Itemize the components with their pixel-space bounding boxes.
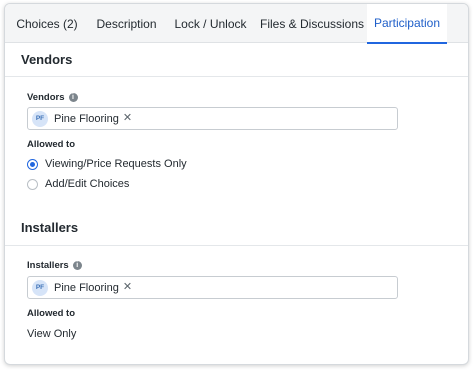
installers-label-text: Installers — [27, 260, 69, 271]
vendors-label-text: Vendors — [27, 92, 65, 103]
vendors-select[interactable]: PF Pine Flooring ✕ — [27, 107, 398, 130]
vendor-token: PF Pine Flooring ✕ — [32, 110, 132, 127]
avatar: PF — [32, 110, 48, 127]
tab-bar: Choices (2) Description Lock / Unlock Fi… — [5, 4, 468, 44]
radio-add-edit-choices[interactable]: Add/Edit Choices — [27, 178, 129, 190]
close-icon[interactable]: ✕ — [123, 282, 132, 293]
avatar: PF — [32, 279, 48, 296]
tab-description[interactable]: Description — [89, 4, 164, 43]
radio-viewing-price-requests[interactable]: Viewing/Price Requests Only — [27, 158, 187, 170]
info-icon[interactable]: i — [68, 93, 78, 102]
vendors-field-label: Vendors i — [27, 92, 78, 103]
installer-token-label: Pine Flooring — [54, 281, 119, 294]
installers-field-label: Installers i — [27, 260, 82, 271]
installers-select[interactable]: PF Pine Flooring ✕ — [27, 276, 398, 299]
radio-button[interactable] — [27, 178, 38, 190]
vendors-section-title: Vendors — [21, 52, 73, 67]
radio-button-checked[interactable] — [27, 158, 38, 170]
vendors-allowed-label: Allowed to — [27, 139, 75, 150]
installers-allowed-label: Allowed to — [27, 308, 75, 319]
allowed-label-text: Allowed to — [27, 139, 76, 150]
participation-panel: Choices (2) Description Lock / Unlock Fi… — [4, 3, 469, 365]
section-divider — [5, 245, 468, 246]
radio-label: Add/Edit Choices — [45, 178, 130, 190]
info-icon[interactable]: i — [72, 261, 82, 270]
vendor-token-label: Pine Flooring — [54, 112, 119, 125]
tab-lock-unlock[interactable]: Lock / Unlock — [164, 4, 257, 43]
installers-permission-value: View Only — [27, 328, 77, 340]
installers-section-title: Installers — [21, 220, 79, 235]
tab-participation[interactable]: Participation — [367, 4, 447, 44]
tab-files-discussions[interactable]: Files & Discussions — [257, 4, 367, 43]
allowed-label-text: Allowed to — [27, 308, 76, 319]
section-divider — [5, 76, 468, 77]
installer-token: PF Pine Flooring ✕ — [32, 279, 132, 296]
tab-choices[interactable]: Choices (2) — [5, 4, 89, 43]
radio-label: Viewing/Price Requests Only — [45, 158, 187, 170]
close-icon[interactable]: ✕ — [123, 113, 132, 124]
